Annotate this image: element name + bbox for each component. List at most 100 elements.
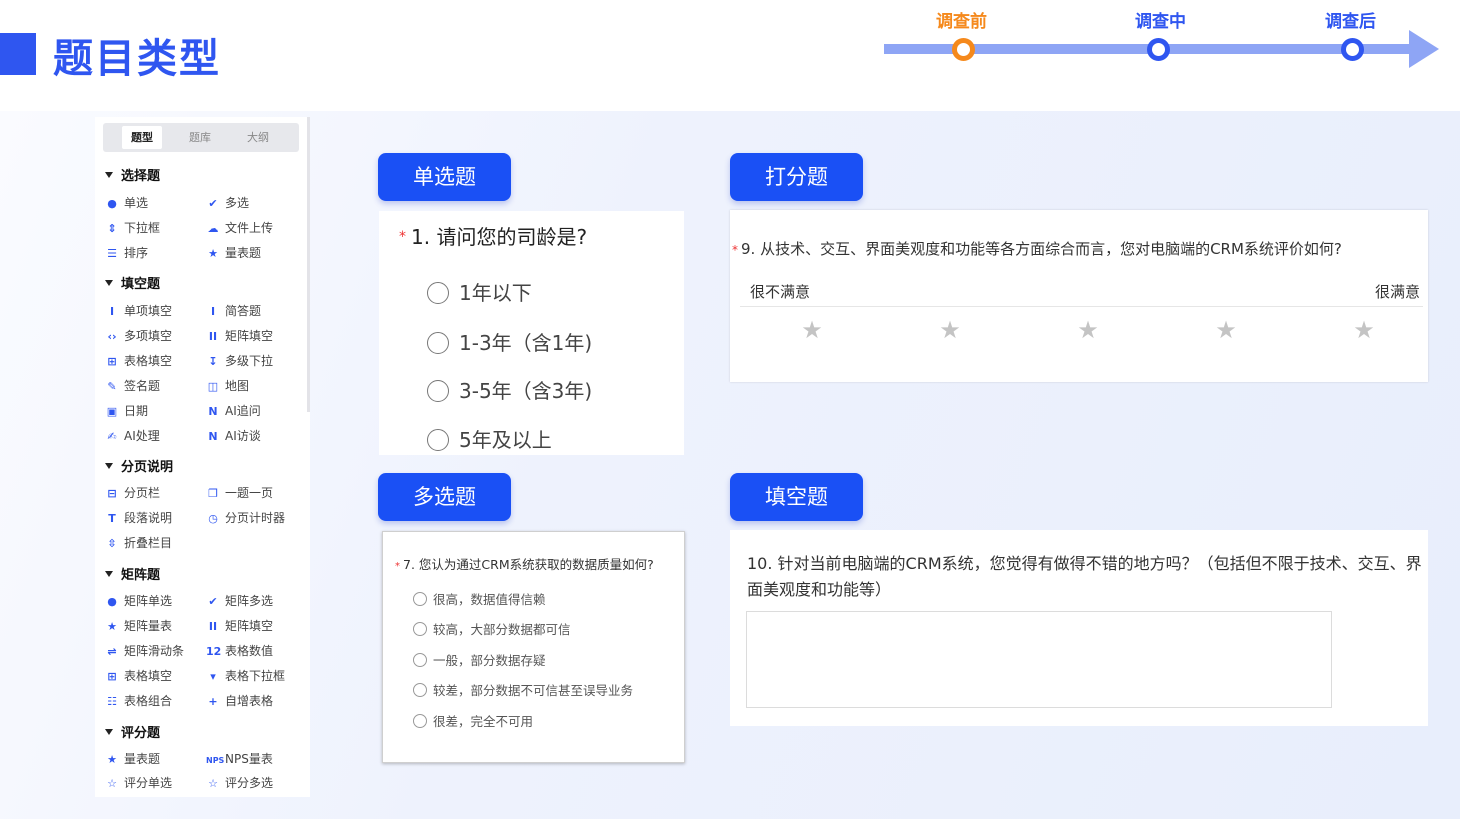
rating-star-icon[interactable]: ★ xyxy=(1076,318,1100,342)
tab-question-types[interactable]: 题型 xyxy=(122,126,162,149)
item-rating-multi[interactable]: ☆ 评分多选 xyxy=(206,774,273,791)
ai-logo-icon: N xyxy=(208,405,218,418)
item-matrix-slider[interactable]: ⇌ 矩阵滑动条 xyxy=(105,642,184,659)
choice-option[interactable]: 较高，大部分数据都可信 xyxy=(413,619,571,638)
item-page-break[interactable]: ⊟ 分页栏 xyxy=(105,484,160,501)
group-choice[interactable]: 选择题 xyxy=(105,165,160,184)
group-matrix[interactable]: 矩阵题 xyxy=(105,564,160,583)
tag-multi-choice: 多选题 xyxy=(378,473,511,521)
choice-option[interactable]: 一般，部分数据存疑 xyxy=(413,650,546,669)
item-table-combo[interactable]: ☷ 表格组合 xyxy=(105,692,172,709)
question-type-sidebar: 题型 题库 大纲 选择题 ● 单选 ✔ 多选 ⇕ 下拉框 ☁ 文件上传 ☰ 排序 ★ 量表题… xyxy=(95,117,310,797)
choice-option[interactable]: 很高，数据值得信赖 xyxy=(413,589,546,608)
radio-option[interactable]: 1年以下 xyxy=(427,277,532,306)
text-cursor-icon: I xyxy=(210,305,216,318)
item-matrix-fill-2[interactable]: II 矩阵填空 xyxy=(206,617,273,634)
sidebar-scrollbar[interactable] xyxy=(307,117,310,412)
tab-outline[interactable]: 大纲 xyxy=(238,126,278,149)
item-one-per-page[interactable]: ❐ 一题一页 xyxy=(206,484,273,501)
radio-option[interactable]: 1-3年（含1年) xyxy=(427,327,592,356)
item-paragraph[interactable]: T 段落说明 xyxy=(105,509,172,526)
item-ai-followup[interactable]: N AI追问 xyxy=(206,402,260,419)
radio-option[interactable]: 3-5年（含3年) xyxy=(427,375,592,404)
answer-textarea[interactable] xyxy=(746,611,1332,708)
score-card: * 9. 从技术、交互、界面美观度和功能等各方面综合而言，您对电脑端的CRM系统评… xyxy=(730,210,1428,382)
cloud-upload-icon: ☁ xyxy=(207,222,219,235)
slider-icon: ⇌ xyxy=(107,645,117,658)
question-title: 10. 针对当前电脑端的CRM系统，您觉得有做得不错的地方吗？（包括但不限于技术… xyxy=(747,554,1422,599)
item-matrix-single[interactable]: ● 矩阵单选 xyxy=(105,592,172,609)
page-break-icon: ⊟ xyxy=(107,487,117,500)
radio-circle-icon xyxy=(427,380,449,402)
required-mark: * xyxy=(399,229,406,245)
item-multi-fill[interactable]: ‹› 多项填空 xyxy=(105,327,172,344)
required-mark: * xyxy=(732,243,738,257)
item-matrix-fill[interactable]: II 矩阵填空 xyxy=(206,327,273,344)
star-outline-icon: ☆ xyxy=(208,777,218,790)
radio-circle-icon xyxy=(427,429,449,451)
option-circle-icon xyxy=(413,622,427,636)
item-scale[interactable]: ★ 量表题 xyxy=(206,244,261,261)
divider xyxy=(740,306,1423,307)
tag-fill: 填空题 xyxy=(730,473,863,521)
rating-star-icon[interactable]: ★ xyxy=(938,318,962,342)
page: 题目类型 调查前 调查中 调查后 题型 题库 大纲 选择题 ● 单选 ✔ 多选 ⇕ 下… xyxy=(0,0,1460,819)
item-dropdown[interactable]: ⇕ 下拉框 xyxy=(105,219,160,236)
tag-single-choice: 单选题 xyxy=(378,153,511,201)
item-multi-choice[interactable]: ✔ 多选 xyxy=(206,194,249,211)
collapse-triangle-icon xyxy=(105,280,113,286)
item-table-fill[interactable]: ⊞ 表格填空 xyxy=(105,352,172,369)
table-icon: ⊞ xyxy=(107,355,117,368)
choice-option[interactable]: 较差，部分数据不可信甚至误导业务 xyxy=(413,680,633,699)
dropdown-arrows-icon: ⇕ xyxy=(107,222,117,235)
item-ai-interview[interactable]: N AI访谈 xyxy=(206,427,260,444)
item-date[interactable]: ▣ 日期 xyxy=(105,402,148,419)
multi-choice-card: * 7. 您认为通过CRM系统获取的数据质量如何? 很高，数据值得信赖 较高，大部… xyxy=(382,531,685,763)
calendar-icon: ▣ xyxy=(106,405,118,418)
radio-option[interactable]: 5年及以上 xyxy=(427,424,552,453)
item-table-fill-2[interactable]: ⊞ 表格填空 xyxy=(105,667,172,684)
pen-icon: ✎ xyxy=(107,380,117,393)
brackets-icon: ‹› xyxy=(107,330,117,343)
ai-logo-icon: N xyxy=(208,430,218,443)
group-fill[interactable]: 填空题 xyxy=(105,273,160,292)
double-cursor-icon: II xyxy=(208,330,218,343)
item-auto-table[interactable]: + 自增表格 xyxy=(206,692,273,709)
item-nps[interactable]: NPSNPS量表 xyxy=(206,750,273,767)
timer-icon: ◷ xyxy=(208,512,218,525)
rating-star-icon[interactable]: ★ xyxy=(800,318,824,342)
item-single-fill[interactable]: I 单项填空 xyxy=(105,302,172,319)
tab-question-bank[interactable]: 题库 xyxy=(180,126,220,149)
choice-option[interactable]: 很差，完全不可用 xyxy=(413,711,533,730)
group-paging[interactable]: 分页说明 xyxy=(105,456,173,475)
item-table-number[interactable]: 12 表格数值 xyxy=(206,642,273,659)
item-single-choice[interactable]: ● 单选 xyxy=(105,194,148,211)
rating-star-icon[interactable]: ★ xyxy=(1352,318,1376,342)
item-matrix-scale[interactable]: ★ 矩阵量表 xyxy=(105,617,172,634)
rating-star-icon[interactable]: ★ xyxy=(1214,318,1238,342)
group-rating[interactable]: 评分题 xyxy=(105,722,160,741)
item-map[interactable]: ◫ 地图 xyxy=(206,377,249,394)
item-page-timer[interactable]: ◷ 分页计时器 xyxy=(206,509,285,526)
dropdown-box-icon: ▾ xyxy=(210,670,216,683)
item-collapse-section[interactable]: ⇳ 折叠栏目 xyxy=(105,534,172,551)
item-signature[interactable]: ✎ 签名题 xyxy=(105,377,160,394)
scale-low-label: 很不满意 xyxy=(750,283,811,301)
item-rating-single[interactable]: ☆ 评分单选 xyxy=(105,774,172,791)
item-cascade-dropdown[interactable]: ↧ 多级下拉 xyxy=(206,352,273,369)
title-accent-bar xyxy=(0,33,36,75)
text-cursor-icon: I xyxy=(109,305,115,318)
item-ai-process[interactable]: ✍ AI处理 xyxy=(105,427,159,444)
item-short-answer[interactable]: I 简答题 xyxy=(206,302,261,319)
single-choice-card: * 1. 请问您的司龄是? 1年以下 1-3年（含1年) 3-5年（含3年) 5年… xyxy=(379,211,684,455)
checkmark-icon: ✔ xyxy=(208,197,218,210)
item-table-dropdown[interactable]: ▾ 表格下拉框 xyxy=(206,667,285,684)
item-matrix-multi[interactable]: ✔ 矩阵多选 xyxy=(206,592,273,609)
item-rating-scale[interactable]: ★ 量表题 xyxy=(105,750,160,767)
star-icon: ★ xyxy=(208,247,218,260)
option-circle-icon xyxy=(413,714,427,728)
item-file-upload[interactable]: ☁ 文件上传 xyxy=(206,219,274,236)
stack-icon: ☷ xyxy=(107,695,117,708)
item-sort[interactable]: ☰ 排序 xyxy=(105,244,148,261)
option-circle-icon xyxy=(413,683,427,697)
